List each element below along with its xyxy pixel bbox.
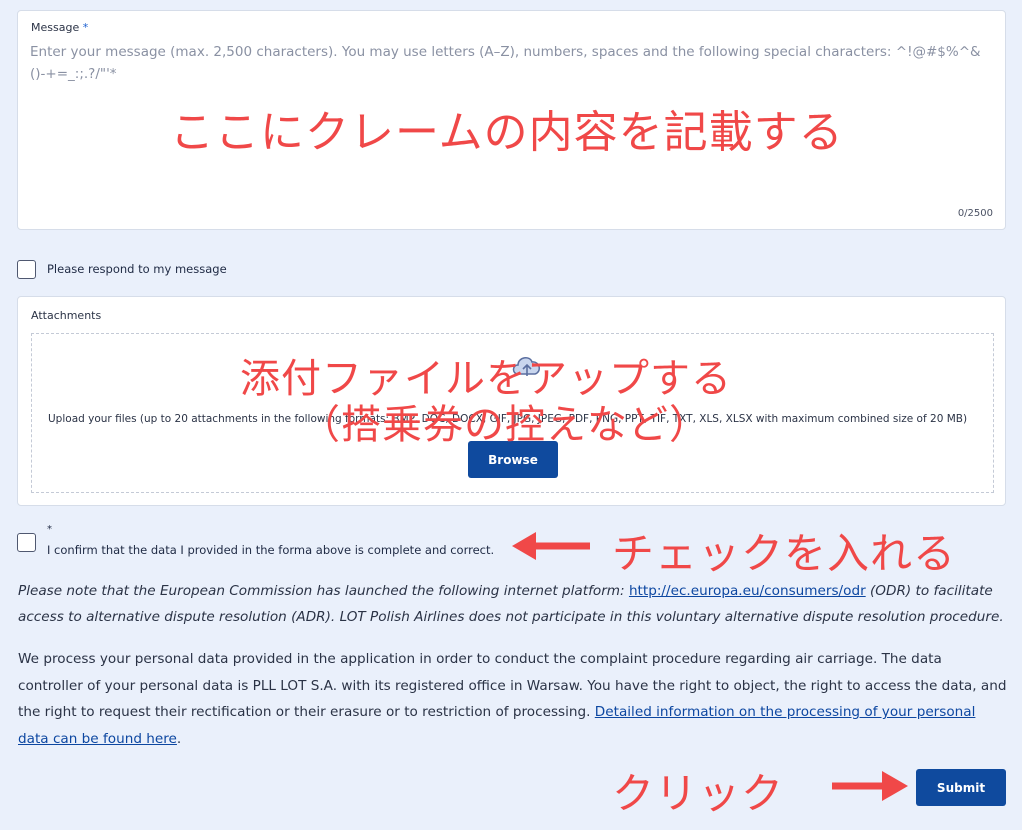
confirm-checkbox[interactable] <box>17 533 36 552</box>
odr-note: Please note that the European Commission… <box>18 578 1008 630</box>
annotation-click: クリック <box>612 769 785 818</box>
message-label-text: Message <box>31 21 80 34</box>
odr-note-text-before: Please note that the European Commission… <box>18 583 629 599</box>
annotation-attachments-line2: （搭乗券の控えなど） <box>300 402 710 448</box>
odr-link[interactable]: http://ec.europa.eu/consumers/odr <box>629 583 866 599</box>
privacy-notice: We process your personal data provided i… <box>18 646 1008 752</box>
required-mark: * <box>82 21 89 34</box>
privacy-end: . <box>176 730 182 747</box>
respond-checkbox-label: Please respond to my message <box>47 262 227 276</box>
arrow-left-icon <box>512 532 590 560</box>
annotation-attachments-line1: 添付ファイルをアップする <box>240 356 732 402</box>
annotation-checkbox: チェックを入れる <box>612 529 957 578</box>
respond-checkbox[interactable] <box>17 260 36 279</box>
arrow-right-icon <box>832 771 908 801</box>
submit-button[interactable]: Submit <box>916 769 1006 806</box>
confirm-checkbox-label: I confirm that the data I provided in th… <box>47 543 495 557</box>
annotation-message: ここにクレームの内容を記載する <box>170 107 844 158</box>
annotation-attachments: 添付ファイルをアップする （搭乗券の控えなど） <box>240 356 732 448</box>
character-counter: 0/2500 <box>957 208 993 219</box>
confirm-required-mark: * <box>47 524 52 535</box>
message-label: Message * <box>31 21 88 34</box>
attachments-label: Attachments <box>31 309 102 322</box>
